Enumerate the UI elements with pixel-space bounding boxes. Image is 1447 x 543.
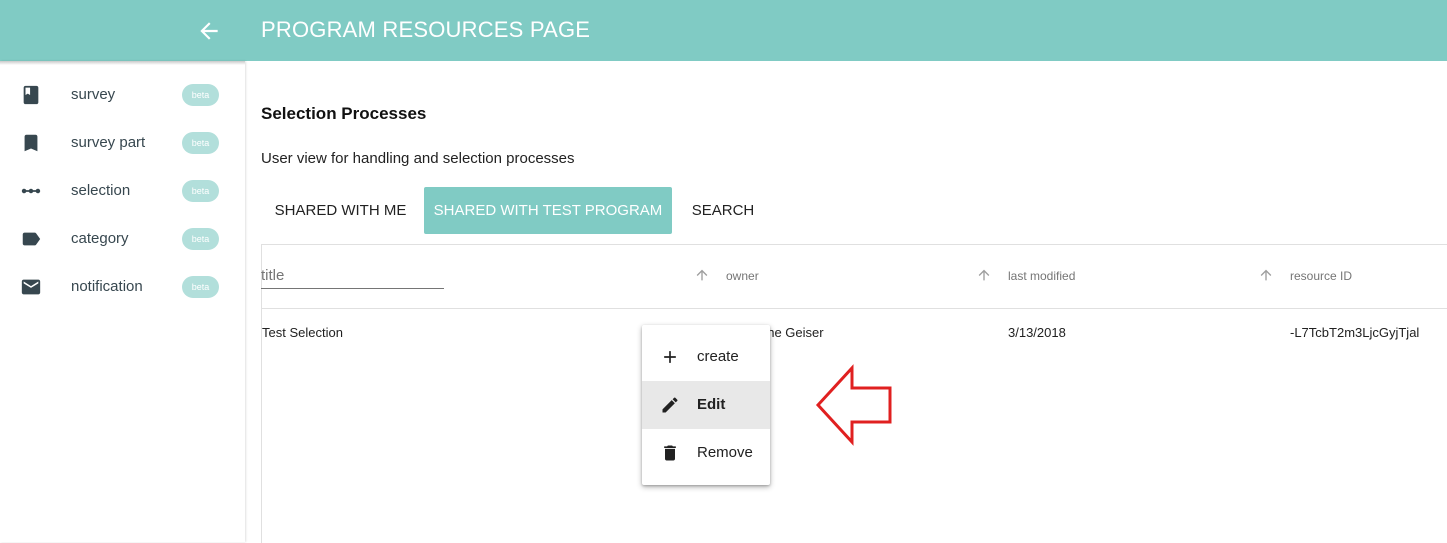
delete-icon (660, 443, 680, 463)
tab-shared-with-program[interactable]: SHARED WITH TEST PROGRAM (424, 187, 672, 234)
beta-badge: beta (182, 132, 219, 154)
sidebar-item-label: survey (71, 86, 116, 103)
beta-badge: beta (182, 276, 219, 298)
cell-resource-id: -L7TcbT2m3LjcGyjTjal (1290, 325, 1420, 340)
sidebar-item-selection[interactable]: selection beta (0, 168, 245, 216)
menu-item-label: Remove (697, 444, 753, 461)
sidebar-item-category[interactable]: category beta (0, 216, 245, 264)
app-header: PROGRAM RESOURCES PAGE (0, 0, 1447, 61)
tab-search[interactable]: SEARCH (680, 187, 766, 234)
sidebar-item-notification[interactable]: notification beta (0, 264, 245, 312)
label-icon (20, 228, 42, 250)
bookmark-icon (20, 132, 42, 154)
arrow-back-icon[interactable] (196, 18, 222, 44)
cell-last-modified: 3/13/2018 (1008, 325, 1066, 340)
menu-item-edit[interactable]: Edit (642, 381, 770, 429)
beta-badge: beta (182, 228, 219, 250)
section-title: Selection Processes (261, 104, 427, 123)
sidebar-item-survey-part[interactable]: survey part beta (0, 120, 245, 168)
column-header-owner[interactable]: owner (726, 269, 759, 283)
page-title: PROGRAM RESOURCES PAGE (261, 17, 591, 42)
column-header-resource-id[interactable]: resource ID (1290, 269, 1352, 283)
sidebar-item-label: category (71, 230, 129, 247)
column-header-last-modified[interactable]: last modified (1008, 269, 1075, 283)
table-header-divider (261, 308, 1447, 309)
row-context-menu: create Edit Remove (642, 325, 770, 485)
sort-arrow-up-icon[interactable] (1258, 267, 1274, 283)
beta-badge: beta (182, 180, 219, 202)
header-shadow (0, 61, 245, 65)
sidebar-item-survey[interactable]: survey beta (0, 72, 245, 120)
cell-title[interactable]: Test Selection (262, 325, 343, 340)
add-icon (660, 347, 680, 367)
sidebar-item-label: selection (71, 182, 131, 199)
sidebar-item-label: notification (71, 278, 143, 295)
edit-icon (660, 395, 680, 415)
sidebar: survey beta survey part beta selection b… (0, 61, 245, 542)
sort-arrow-up-icon[interactable] (694, 267, 710, 283)
beta-badge: beta (182, 84, 219, 106)
menu-item-label: create (697, 348, 739, 365)
book-icon (20, 84, 42, 106)
title-filter-input[interactable] (261, 262, 444, 289)
linear-scale-icon (20, 180, 42, 202)
sidebar-item-label: survey part (71, 134, 146, 151)
sort-arrow-up-icon[interactable] (976, 267, 992, 283)
mail-icon (20, 276, 42, 298)
menu-item-create[interactable]: create (642, 333, 770, 381)
menu-item-label: Edit (697, 396, 726, 413)
menu-item-remove[interactable]: Remove (642, 429, 770, 477)
annotation-arrow-icon (814, 364, 894, 446)
tab-shared-with-me[interactable]: SHARED WITH ME (261, 187, 420, 234)
section-description: User view for handling and selection pro… (261, 150, 575, 167)
